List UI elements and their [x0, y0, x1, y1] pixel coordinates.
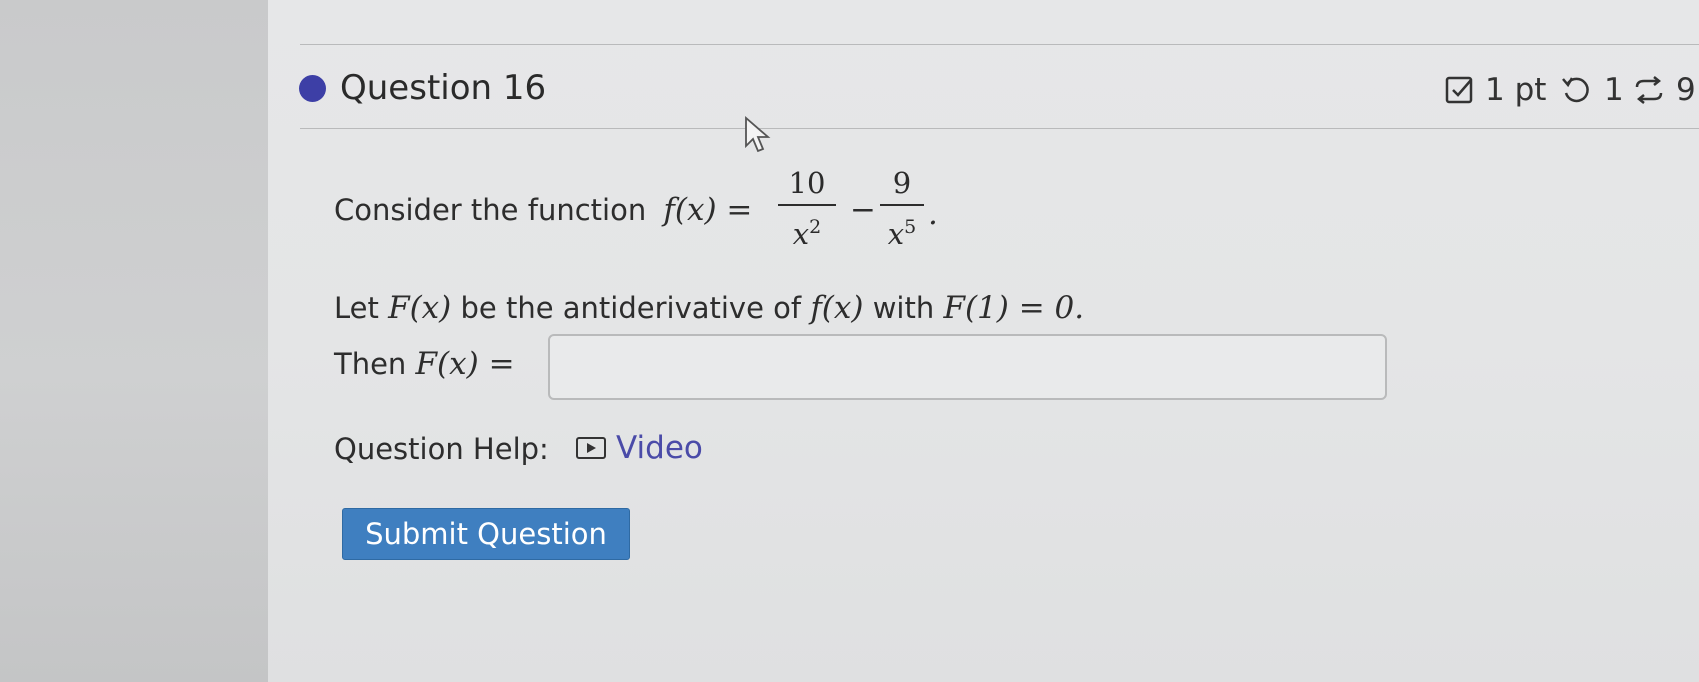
antiderivative-text: be the antiderivative of — [460, 291, 802, 325]
function-label: f(x) = — [663, 192, 753, 228]
F-of-x: F(x) — [388, 290, 452, 326]
let-text: Let — [334, 291, 379, 325]
video-link-label: Video — [616, 430, 703, 466]
video-help-link[interactable]: Video — [576, 430, 703, 466]
mouse-cursor-icon — [744, 116, 776, 160]
tries-value: 1 — [1604, 72, 1624, 108]
retry-icon — [1560, 75, 1592, 105]
tries-info: 1 — [1560, 72, 1624, 108]
fraction-one: 10 x2 — [778, 166, 836, 251]
answer-field[interactable] — [548, 334, 1387, 400]
top-divider — [300, 44, 1699, 45]
header-divider — [300, 128, 1699, 129]
submit-question-button[interactable]: Submit Question — [342, 508, 630, 560]
answer-line: Then F(x) = — [334, 346, 515, 382]
question-title: Question 16 — [340, 68, 547, 108]
points-value: 1 pt — [1485, 72, 1547, 108]
fraction-one-bar — [778, 204, 836, 206]
question-status-dot — [299, 75, 326, 102]
regenerate-count: 9 — [1676, 72, 1696, 108]
points-info: 1 pt — [1445, 72, 1546, 108]
fraction-one-numerator: 10 — [788, 166, 826, 200]
then-text: Then — [334, 347, 407, 381]
initial-condition: F(1) = 0. — [943, 290, 1085, 326]
answer-expression-label: F(x) = — [415, 346, 515, 382]
problem-intro-text: Consider the function — [334, 193, 647, 227]
antiderivative-line: Let F(x) be the antiderivative of f(x) w… — [334, 290, 1084, 326]
question-help-label: Question Help: — [334, 432, 549, 466]
fraction-two-denominator: x5 — [887, 216, 917, 251]
regenerate-info[interactable]: 9 — [1632, 72, 1696, 108]
fraction-two: 9 x5 — [880, 166, 924, 251]
left-margin — [0, 0, 268, 682]
regenerate-icon[interactable] — [1632, 75, 1666, 105]
checkbox-icon — [1445, 75, 1475, 105]
f-of-x: f(x) — [810, 290, 864, 326]
fraction-two-bar — [880, 204, 924, 206]
fraction-two-numerator: 9 — [892, 166, 912, 200]
problem-intro-line: Consider the function f(x) = — [334, 192, 752, 228]
with-text: with — [872, 291, 935, 325]
minus-sign: − — [850, 192, 876, 228]
fraction-one-denominator: x2 — [792, 216, 822, 251]
video-play-icon — [576, 437, 606, 459]
answer-input[interactable] — [550, 336, 1385, 398]
period: . — [928, 196, 938, 232]
